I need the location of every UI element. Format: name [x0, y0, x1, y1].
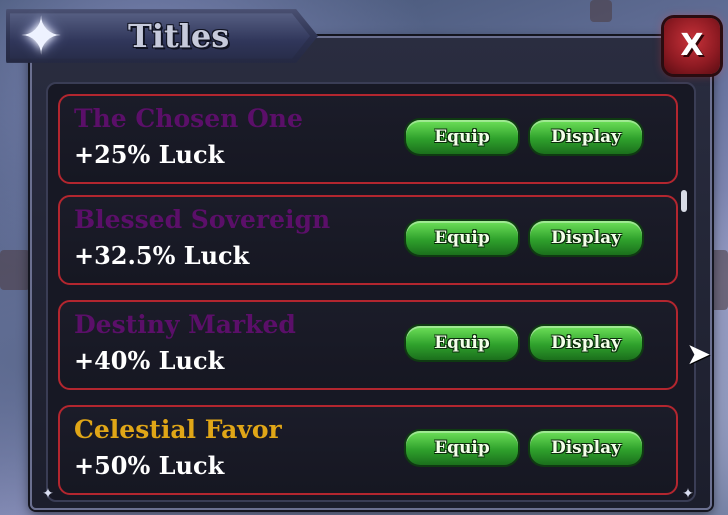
display-button[interactable]: Display [530, 326, 642, 360]
display-button[interactable]: Display [530, 221, 642, 255]
title-row: Destiny Marked +40% Luck Equip Display [58, 300, 678, 390]
title-name: Blessed Sovereign [74, 205, 331, 234]
equip-button[interactable]: Equip [406, 431, 518, 465]
display-button[interactable]: Display [530, 431, 642, 465]
equip-button[interactable]: Equip [406, 326, 518, 360]
equip-button[interactable]: Equip [406, 221, 518, 255]
background-rock [0, 250, 30, 290]
title-bonus: +32.5% Luck [74, 241, 250, 270]
scrollbar-thumb[interactable] [681, 190, 687, 212]
close-button[interactable]: X [664, 18, 720, 74]
title-row: Celestial Favor +50% Luck Equip Display [58, 405, 678, 495]
mouse-cursor-icon: ➤ [686, 337, 712, 372]
title-row: Blessed Sovereign +32.5% Luck Equip Disp… [58, 195, 678, 285]
display-button[interactable]: Display [530, 120, 642, 154]
background-pillar [590, 0, 612, 22]
corner-star-icon: ✦ [682, 486, 694, 502]
corner-star-icon: ✦ [42, 486, 54, 502]
title-row: The Chosen One +25% Luck Equip Display [58, 94, 678, 184]
title-bonus: +40% Luck [74, 346, 225, 375]
title-name: Destiny Marked [74, 310, 296, 339]
title-bonus: +25% Luck [74, 140, 225, 169]
title-name: Celestial Favor [74, 415, 282, 444]
sparkle-star-icon: ✦ [19, 7, 63, 67]
title-name: The Chosen One [74, 104, 303, 133]
equip-button[interactable]: Equip [406, 120, 518, 154]
window-title: Titles [128, 17, 230, 55]
title-bonus: +50% Luck [74, 451, 225, 480]
